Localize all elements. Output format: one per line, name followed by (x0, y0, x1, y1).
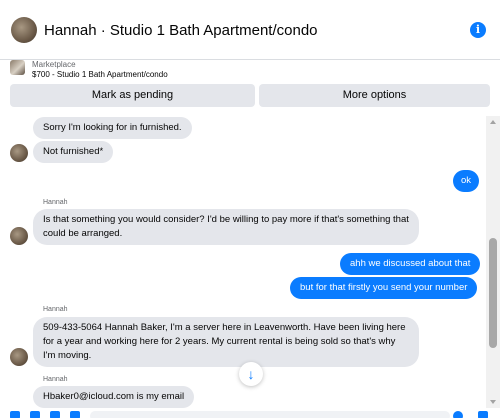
contact-avatar[interactable] (11, 17, 37, 43)
message-composer (0, 408, 500, 418)
conversation-header: Hannah · Studio 1 Bath Apartment/condo i (0, 0, 500, 60)
scroll-to-bottom-icon[interactable]: ↓ (239, 362, 263, 386)
photo-icon[interactable] (30, 411, 40, 418)
marketplace-listing-bar: Marketplace $700 - Studio 1 Bath Apartme… (0, 60, 500, 116)
sender-name: Hannah (43, 376, 68, 383)
thumbs-up-icon[interactable] (478, 411, 488, 418)
plus-icon[interactable] (10, 411, 20, 418)
mark-as-pending-button[interactable]: Mark as pending (10, 84, 255, 107)
more-options-button[interactable]: More options (259, 84, 490, 107)
info-icon[interactable]: i (470, 22, 486, 38)
emoji-icon[interactable] (453, 411, 463, 418)
listing-price-title[interactable]: $700 - Studio 1 Bath Apartment/condo (32, 70, 168, 79)
contact-avatar-small[interactable] (10, 144, 28, 162)
incoming-message[interactable]: Not furnished* (33, 141, 114, 163)
incoming-message[interactable]: Is that something you would consider? I'… (33, 209, 419, 245)
outgoing-message[interactable]: ok (453, 170, 480, 192)
conversation-title[interactable]: Hannah · Studio 1 Bath Apartment/condo (44, 22, 318, 39)
contact-avatar-small[interactable] (10, 348, 28, 366)
gif-icon[interactable] (70, 411, 80, 418)
incoming-message[interactable]: Sorry I'm looking for in furnished. (33, 117, 192, 139)
outgoing-message[interactable]: ahh we discussed about that (340, 253, 481, 275)
sender-name: Hannah (43, 199, 68, 206)
chat-scrollbar[interactable] (486, 116, 500, 408)
scroll-down-arrow-icon[interactable] (490, 400, 496, 404)
incoming-message[interactable]: Hbaker0@icloud.com is my email (33, 386, 195, 408)
message-input[interactable] (90, 411, 450, 418)
sender-name: Hannah (43, 306, 68, 313)
sticker-icon[interactable] (50, 411, 60, 418)
scrollbar-thumb[interactable] (489, 238, 497, 348)
listing-source-label: Marketplace (32, 60, 76, 69)
incoming-message[interactable]: 509-433-5064 Hannah Baker, I'm a server … (33, 317, 419, 367)
listing-thumbnail[interactable] (10, 60, 25, 75)
scroll-up-arrow-icon[interactable] (490, 120, 496, 124)
contact-avatar-small[interactable] (10, 227, 28, 245)
outgoing-message[interactable]: but for that firstly you send your numbe… (290, 277, 478, 299)
